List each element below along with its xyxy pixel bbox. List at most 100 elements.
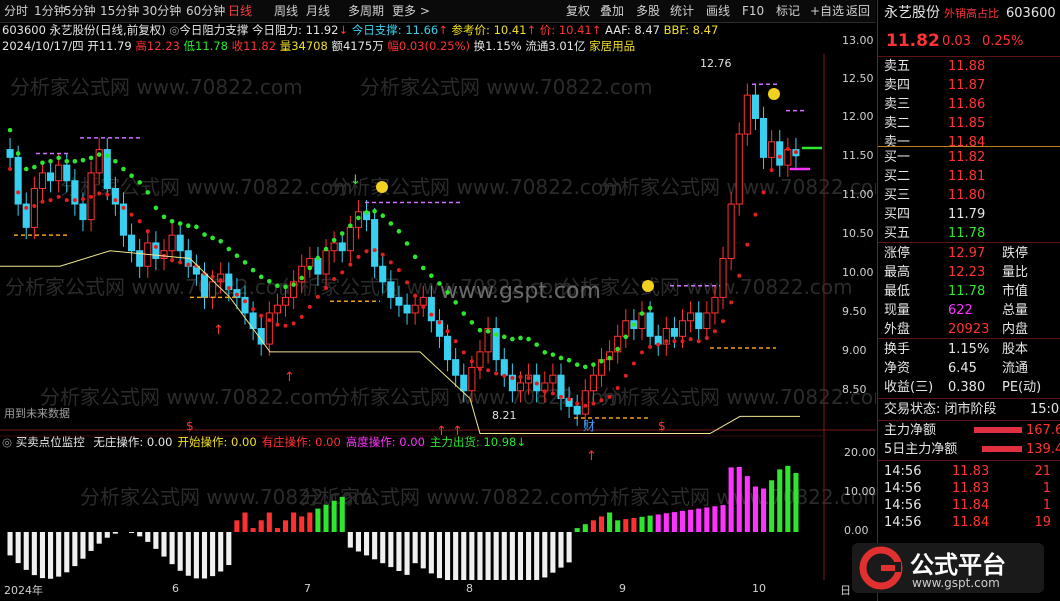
resist-dot xyxy=(48,158,53,164)
resist-dot xyxy=(429,273,434,279)
resist-dot xyxy=(372,208,377,214)
candlestick-layer xyxy=(6,83,800,426)
period-tab-1[interactable]: 1分钟 xyxy=(34,0,66,22)
period-tab-8[interactable]: 月线 xyxy=(306,0,330,22)
resist-dot xyxy=(607,355,612,361)
price-tick: 9.50 xyxy=(842,305,867,318)
indicator-name[interactable]: 今日阻力支撑 xyxy=(179,23,248,37)
stat-row: 外盘 20923 内盘 xyxy=(878,320,1060,339)
support-dot xyxy=(226,285,231,290)
resist-dot xyxy=(250,267,256,273)
support-dot xyxy=(704,335,709,340)
tool-button-2[interactable]: 多股 xyxy=(636,0,660,22)
support-dot xyxy=(64,198,69,203)
support-dot xyxy=(437,320,442,325)
support-dot xyxy=(518,374,523,379)
sub-item-3: 高度操作: 0.00 xyxy=(345,435,425,449)
support-dot xyxy=(486,368,491,373)
resist-dot xyxy=(599,359,604,364)
period-tab-3[interactable]: 15分钟 xyxy=(100,0,139,22)
fund-label: 换手 xyxy=(884,342,911,357)
resist-dot xyxy=(40,160,45,166)
tool-button-3[interactable]: 统计 xyxy=(670,0,694,22)
fund-row: 净资 6.45 流通 xyxy=(878,359,1060,378)
stock-code: 603600 xyxy=(1006,6,1056,21)
period-tab-6[interactable]: 日线 xyxy=(228,0,252,22)
tool-button-6[interactable]: 标记 xyxy=(776,0,800,22)
candle-body xyxy=(751,94,759,119)
sub-indicator-icon[interactable]: ◎ xyxy=(2,435,12,449)
candle-body xyxy=(403,304,411,314)
bar-turnover: 换1.15% xyxy=(473,39,522,53)
ask-bid-divider xyxy=(878,146,1060,147)
ref-price: 价: 10.41 xyxy=(539,23,592,37)
support-dot xyxy=(534,381,539,386)
resist-dot xyxy=(258,274,264,280)
support-dot xyxy=(502,373,507,378)
support-dot xyxy=(712,329,717,334)
candle-body xyxy=(452,359,460,376)
period-tab-0[interactable]: 分时 xyxy=(4,0,28,22)
price-row: 11.82 0.03 0.25% xyxy=(878,32,1060,51)
bar-close: 收11.82 xyxy=(231,39,277,53)
period-tab-9[interactable]: 多周期 xyxy=(348,0,384,22)
support-dot xyxy=(583,403,588,408)
tool-button-5[interactable]: F10 xyxy=(742,0,764,22)
resist-dot xyxy=(591,362,596,367)
support-dot xyxy=(575,401,580,406)
main-net-bar xyxy=(974,427,1022,433)
bid-price: 11.82 xyxy=(948,150,986,165)
tool-button-0[interactable]: 复权 xyxy=(566,0,590,22)
resist-dot xyxy=(566,357,572,363)
tool-button-4[interactable]: 画线 xyxy=(706,0,730,22)
resist-dot xyxy=(396,228,402,234)
ask-label: 卖二 xyxy=(884,116,911,131)
dollar-marker: $ xyxy=(186,419,194,433)
watermark-text: 分析家公式网 www.70822.com xyxy=(40,385,333,409)
resist-dot xyxy=(542,350,548,355)
candle-body xyxy=(581,390,589,415)
bid-price: 11.78 xyxy=(948,226,986,241)
candle-body xyxy=(38,172,47,189)
support-dot xyxy=(777,154,782,159)
period-tab-5[interactable]: 60分钟 xyxy=(186,0,225,22)
support-dot xyxy=(153,244,158,249)
watermark-text: 分析家公式网 www.70822.com xyxy=(560,275,853,299)
main-net5-row: 5日主力净额 139.4 xyxy=(878,440,1060,459)
support-dot xyxy=(324,285,329,290)
ask-label: 卖五 xyxy=(884,59,911,74)
support-dot xyxy=(32,203,37,208)
support-dot xyxy=(753,212,758,217)
last-price: 11.82 xyxy=(886,31,940,51)
period-tab-10[interactable]: 更多 > xyxy=(392,0,430,22)
fund-right-label: 流通 xyxy=(1002,361,1029,376)
bid-price: 11.80 xyxy=(948,188,986,203)
resist-dot xyxy=(56,155,61,161)
tool-button-7[interactable]: +自选 xyxy=(810,0,844,22)
date-axis: 2024年 6 7 8 9 10 日 xyxy=(0,580,876,601)
sub-indicator-title[interactable]: 买卖点位监控 xyxy=(16,435,85,449)
indicator-name-icon[interactable]: ◎ xyxy=(169,23,179,37)
support-dot xyxy=(89,194,94,199)
support-dot xyxy=(729,300,734,305)
resist-dot xyxy=(88,155,94,161)
support-dot xyxy=(267,318,272,323)
ask-price: 11.86 xyxy=(948,97,986,112)
candle-body xyxy=(703,312,711,330)
period-tab-4[interactable]: 30分钟 xyxy=(142,0,181,22)
tool-button-1[interactable]: 叠加 xyxy=(600,0,624,22)
resist-dot xyxy=(121,166,126,172)
tool-button-8[interactable]: 返回 xyxy=(846,0,870,22)
support-dot xyxy=(769,168,774,173)
sub-item-2: 有庄操作: 0.00 xyxy=(261,435,341,449)
support-dot xyxy=(129,212,134,217)
stat-right-label: 总量 xyxy=(1002,303,1029,318)
period-tab-2[interactable]: 5分钟 xyxy=(64,0,96,22)
resist-dot xyxy=(242,260,248,265)
support-dot xyxy=(210,274,215,279)
period-tab-7[interactable]: 周线 xyxy=(274,0,298,22)
stat-row: 最高 12.23 量比 xyxy=(878,263,1060,282)
resist-dot xyxy=(469,320,475,325)
kline-chart[interactable]: 分析家公式网 www.70822.com 分析家公式网 www.70822.com… xyxy=(0,54,876,580)
candle-body xyxy=(281,296,290,306)
